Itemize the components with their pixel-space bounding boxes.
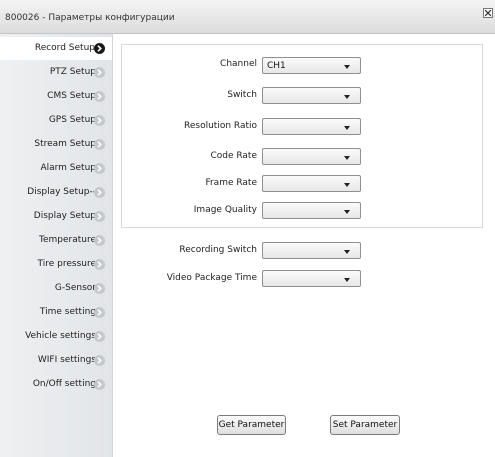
chevron-down-icon	[344, 278, 350, 282]
chevron-down-icon	[344, 250, 350, 254]
channel-label: Channel	[220, 59, 257, 69]
sidebar-item-alarm-setup[interactable]: Alarm Setup	[0, 157, 112, 180]
sidebar-item-label: On/Off setting	[32, 379, 96, 389]
recording-switch-select[interactable]	[262, 242, 361, 259]
chevron-right-icon	[94, 259, 105, 270]
video-package-time-label: Video Package Time	[166, 273, 257, 283]
sidebar-item-temperature[interactable]: Temperature	[0, 229, 112, 252]
chevron-down-icon	[344, 183, 350, 187]
sidebar-item-vehicle-settings[interactable]: Vehicle settings	[0, 325, 112, 348]
chevron-right-icon	[94, 331, 105, 342]
chevron-right-icon	[94, 43, 105, 54]
sidebar-item-record-setup[interactable]: Record Setup	[0, 37, 112, 60]
sidebar-item-gps-setup[interactable]: GPS Setup	[0, 109, 112, 132]
sidebar-item-wifi-settings[interactable]: WIFI settings	[0, 349, 112, 372]
chevron-down-icon	[344, 95, 350, 99]
sidebar-item-label: Display Setup	[33, 211, 96, 221]
channel-value: CH1	[267, 61, 286, 71]
channel-select[interactable]: CH1	[262, 57, 361, 74]
code-rate-label: Code Rate	[210, 151, 257, 161]
chevron-down-icon	[344, 126, 350, 130]
sidebar-item-label: Temperature	[38, 235, 96, 245]
chevron-down-icon	[344, 156, 350, 160]
sidebar-item-label: WIFI settings	[37, 355, 96, 365]
title-bar: 800026 - Параметры конфигурации	[0, 0, 495, 34]
sidebar-item-label: Vehicle settings	[25, 331, 96, 341]
window-title: 800026 - Параметры конфигурации	[5, 13, 175, 23]
chevron-right-icon	[94, 67, 105, 78]
code-rate-select[interactable]	[262, 148, 361, 165]
sidebar-item-display-setup-alt[interactable]: Display Setup--	[0, 181, 112, 204]
sidebar-item-g-sensor[interactable]: G-Sensor	[0, 277, 112, 300]
chevron-down-icon	[344, 210, 350, 214]
sidebar-item-stream-setup[interactable]: Stream Setup	[0, 133, 112, 156]
chevron-right-icon	[94, 115, 105, 126]
sidebar-item-ptz-setup[interactable]: PTZ Setup	[0, 61, 112, 84]
switch-select[interactable]	[262, 87, 361, 104]
sidebar-item-label: Record Setup	[34, 43, 95, 53]
chevron-right-icon	[94, 139, 105, 150]
sidebar-item-label: GPS Setup	[48, 115, 96, 125]
chevron-right-icon	[94, 187, 105, 198]
resolution-ratio-select[interactable]	[262, 118, 361, 135]
switch-label: Switch	[227, 90, 257, 100]
sidebar: Record Setup PTZ Setup CMS Setup GPS Set…	[0, 34, 113, 457]
sidebar-item-cms-setup[interactable]: CMS Setup	[0, 85, 112, 108]
sidebar-item-tire-pressure[interactable]: Tire pressure	[0, 253, 112, 276]
frame-rate-label: Frame Rate	[205, 178, 257, 188]
sidebar-item-on-off-setting[interactable]: On/Off setting	[0, 373, 112, 396]
chevron-right-icon	[94, 307, 105, 318]
sidebar-item-label: Tire pressure	[37, 259, 97, 269]
sidebar-item-label: G-Sensor	[54, 283, 96, 293]
sidebar-item-label: PTZ Setup	[49, 67, 96, 77]
chevron-right-icon	[94, 283, 105, 294]
sidebar-item-label: Stream Setup	[34, 139, 96, 149]
close-icon[interactable]	[483, 8, 493, 18]
sidebar-item-label: CMS Setup	[47, 91, 96, 101]
video-package-time-select[interactable]	[262, 270, 361, 287]
recording-switch-label: Recording Switch	[179, 245, 257, 255]
chevron-right-icon	[94, 355, 105, 366]
sidebar-item-time-setting[interactable]: Time setting	[0, 301, 112, 324]
chevron-right-icon	[94, 211, 105, 222]
sidebar-item-display-setup[interactable]: Display Setup	[0, 205, 112, 228]
chevron-right-icon	[94, 235, 105, 246]
chevron-right-icon	[94, 379, 105, 390]
chevron-right-icon	[94, 163, 105, 174]
image-quality-label: Image Quality	[193, 205, 257, 215]
image-quality-select[interactable]	[262, 202, 361, 219]
frame-rate-select[interactable]	[262, 175, 361, 192]
resolution-ratio-label: Resolution Ratio	[184, 121, 257, 131]
sidebar-item-label: Time setting	[39, 307, 96, 317]
sidebar-item-label: Alarm Setup	[40, 163, 96, 173]
sidebar-item-label: Display Setup--	[27, 187, 96, 197]
chevron-down-icon	[344, 65, 350, 69]
get-parameter-button[interactable]: Get Parameter	[217, 415, 286, 435]
set-parameter-button[interactable]: Set Parameter	[330, 415, 400, 435]
chevron-right-icon	[94, 91, 105, 102]
